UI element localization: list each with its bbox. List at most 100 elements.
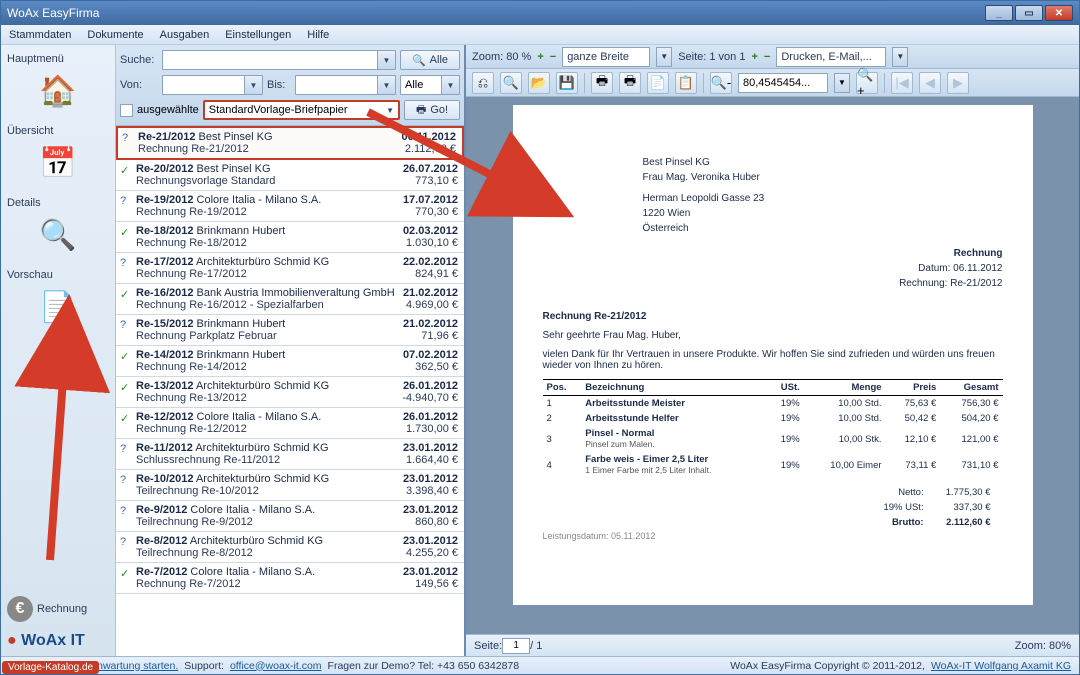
bis-date-input[interactable]: ▼ — [295, 75, 396, 95]
invoice-list[interactable]: ? Re-21/2012 Best Pinsel KG06.11.2012 Re… — [116, 126, 464, 656]
invoice-list-item[interactable]: ✓ Re-18/2012 Brinkmann Hubert02.03.2012 … — [116, 222, 464, 253]
home-icon[interactable]: 🏠 — [34, 71, 82, 111]
prev-page-icon[interactable]: ◀ — [919, 72, 941, 94]
support-label: Support: — [184, 660, 224, 672]
zoom-in-icon[interactable]: + — [537, 51, 543, 63]
copyright-link[interactable]: WoAx-IT Wolfgang Axamit KG — [931, 660, 1071, 672]
invoice-list-item[interactable]: ✓ Re-13/2012 Architekturbüro Schmid KG26… — [116, 377, 464, 408]
filter-select[interactable]: Alle▼ — [400, 75, 460, 95]
sitemap-icon[interactable]: ⎌ — [472, 72, 494, 94]
invoice-list-item[interactable]: ? Re-11/2012 Architekturbüro Schmid KG23… — [116, 439, 464, 470]
zoom-out-button[interactable]: 🔍- — [710, 72, 732, 94]
menu-ausgaben[interactable]: Ausgaben — [160, 29, 210, 41]
invoice-list-pane: Suche: ▼ 🔍Alle Von: ▼ Bis: ▼ Alle▼ ausge… — [116, 45, 466, 656]
sidebar-uebersicht-label: Übersicht — [1, 121, 115, 141]
invoice-list-item[interactable]: ? Re-9/2012 Colore Italia - Milano S.A.2… — [116, 501, 464, 532]
chevron-down-icon[interactable]: ▼ — [892, 47, 908, 67]
go-button[interactable]: 🖶Go! — [404, 100, 460, 120]
von-label: Von: — [120, 79, 158, 91]
line-items-table: Pos.Bezeichnung USt.Menge PreisGesamt 1A… — [543, 379, 1003, 478]
support-email-link[interactable]: office@woax-it.com — [230, 660, 322, 672]
calendar-icon[interactable]: 📅 — [34, 143, 82, 183]
export-icon[interactable]: 📋 — [675, 72, 697, 94]
search-bar: Suche: ▼ 🔍Alle Von: ▼ Bis: ▼ Alle▼ ausge… — [116, 45, 464, 126]
preview-status-bar: Seite: / 1 Zoom: 80% — [466, 634, 1079, 656]
invoice-list-item[interactable]: ? Re-17/2012 Architekturbüro Schmid KG22… — [116, 253, 464, 284]
save-icon[interactable]: 💾 — [556, 72, 578, 94]
chevron-down-icon[interactable]: ▼ — [386, 106, 394, 115]
maximize-button[interactable]: ▭ — [1015, 5, 1043, 21]
print-icon[interactable]: 🖶 — [591, 72, 613, 94]
menu-einstellungen[interactable]: Einstellungen — [225, 29, 291, 41]
bis-label: Bis: — [267, 79, 291, 91]
invoice-document: Best Pinsel KG Frau Mag. Veronika Huber … — [513, 105, 1033, 605]
minimize-button[interactable]: _ — [985, 5, 1013, 21]
first-page-icon[interactable]: |◀ — [891, 72, 913, 94]
menu-stammdaten[interactable]: Stammdaten — [9, 29, 71, 41]
delivery-date: Leistungsdatum: 05.11.2012 — [543, 531, 1003, 541]
document-header: Rechnung Datum: 06.11.2012 Rechnung: Re-… — [543, 246, 1003, 291]
sidebar-hauptmenu-label: Hauptmenü — [1, 49, 115, 69]
template-value: StandardVorlage-Briefpapier — [209, 104, 348, 116]
menu-bar: Stammdaten Dokumente Ausgaben Einstellun… — [1, 25, 1079, 45]
chevron-down-icon[interactable]: ▼ — [377, 76, 395, 94]
page-prev-icon[interactable]: − — [764, 51, 770, 63]
invoice-list-item[interactable]: ? Re-19/2012 Colore Italia - Milano S.A.… — [116, 191, 464, 222]
invoice-list-item[interactable]: ? Re-8/2012 Architekturbüro Schmid KG23.… — [116, 532, 464, 563]
preview-pane: Zoom: 80 % + − ganze Breite▼ Seite: 1 vo… — [466, 45, 1079, 656]
invoice-list-item[interactable]: ✓ Re-12/2012 Colore Italia - Milano S.A.… — [116, 408, 464, 439]
von-date-input[interactable]: ▼ — [162, 75, 263, 95]
zoom-out-icon[interactable]: − — [550, 51, 556, 63]
invoice-list-item[interactable]: ✓ Re-7/2012 Colore Italia - Milano S.A.2… — [116, 563, 464, 594]
copyright-label: WoAx EasyFirma Copyright © 2011-2012, — [730, 660, 925, 672]
invoice-list-item[interactable]: ? Re-21/2012 Best Pinsel KG06.11.2012 Re… — [116, 126, 464, 160]
document-title: Rechnung Re-21/2012 — [543, 311, 1003, 322]
salutation: Sehr geehrte Frau Mag. Huber, — [543, 330, 1003, 341]
print-select[interactable]: Drucken, E-Mail,... — [776, 47, 886, 67]
rechnung-label: Rechnung — [37, 603, 87, 615]
menu-hilfe[interactable]: Hilfe — [307, 29, 329, 41]
page-total: / 1 — [530, 640, 542, 652]
invoice-list-item[interactable]: ✓ Re-14/2012 Brinkmann Hubert07.02.2012 … — [116, 346, 464, 377]
sidebar-rechnung[interactable]: € Rechnung — [1, 592, 115, 626]
sidebar-details-label: Details — [1, 193, 115, 213]
vorlage-katalog-tag: Vorlage-Katalog.de — [2, 661, 99, 674]
close-button[interactable]: ✕ — [1045, 5, 1073, 21]
open-folder-icon[interactable]: 📂 — [528, 72, 550, 94]
preview-scroll-area[interactable]: Best Pinsel KG Frau Mag. Veronika Huber … — [466, 97, 1079, 634]
footer-bar: Version 2.11.7 Fernwartung starten. Supp… — [1, 656, 1079, 674]
zoom-in-button[interactable]: 🔍+ — [856, 72, 878, 94]
demo-phone: Fragen zur Demo? Tel: +43 650 6342878 — [328, 660, 520, 672]
title-bar: WoAx EasyFirma _ ▭ ✕ — [1, 1, 1079, 25]
zoom-value-input[interactable]: 80,4545454... — [738, 73, 828, 93]
preview-toolbar-icons: ⎌ 🔍 📂 💾 🖶 🖶 📄 📋 🔍- 80,4545454...▼ 🔍+ |◀ … — [466, 69, 1079, 97]
fit-select[interactable]: ganze Breite — [562, 47, 650, 67]
intro-text: vielen Dank für Ihr Vertrauen in unsere … — [543, 349, 1003, 371]
document-preview-icon[interactable]: 📄 — [34, 287, 82, 327]
sidebar-vorschau-label: Vorschau — [1, 265, 115, 285]
menu-dokumente[interactable]: Dokumente — [87, 29, 143, 41]
quick-print-icon[interactable]: 🖶 — [619, 72, 641, 94]
chevron-down-icon[interactable]: ▼ — [834, 73, 850, 93]
invoice-list-item[interactable]: ✓ Re-20/2012 Best Pinsel KG26.07.2012 Re… — [116, 160, 464, 191]
preview-toolbar-top: Zoom: 80 % + − ganze Breite▼ Seite: 1 vo… — [466, 45, 1079, 69]
ausgewaehlte-checkbox[interactable] — [120, 104, 133, 117]
magnifier-icon[interactable]: 🔍 — [34, 215, 82, 255]
search-icon[interactable]: 🔍 — [500, 72, 522, 94]
page-setup-icon[interactable]: 📄 — [647, 72, 669, 94]
page-number-input[interactable] — [502, 638, 530, 654]
chevron-down-icon[interactable]: ▼ — [244, 76, 262, 94]
chevron-down-icon[interactable]: ▼ — [656, 47, 672, 67]
template-select[interactable]: StandardVorlage-Briefpapier ▼ — [203, 100, 400, 120]
page-next-icon[interactable]: + — [751, 51, 757, 63]
invoice-list-item[interactable]: ? Re-15/2012 Brinkmann Hubert21.02.2012 … — [116, 315, 464, 346]
chevron-down-icon[interactable]: ▼ — [377, 51, 395, 69]
invoice-list-item[interactable]: ✓ Re-16/2012 Bank Austria Immobilienvera… — [116, 284, 464, 315]
alle-button[interactable]: 🔍Alle — [400, 50, 460, 70]
status-zoom: Zoom: 80% — [1015, 640, 1071, 652]
search-input[interactable]: ▼ — [162, 50, 396, 70]
chevron-down-icon[interactable]: ▼ — [441, 76, 459, 94]
recipient-address: Best Pinsel KG Frau Mag. Veronika Huber … — [643, 155, 1003, 236]
next-page-icon[interactable]: ▶ — [947, 72, 969, 94]
invoice-list-item[interactable]: ? Re-10/2012 Architekturbüro Schmid KG23… — [116, 470, 464, 501]
